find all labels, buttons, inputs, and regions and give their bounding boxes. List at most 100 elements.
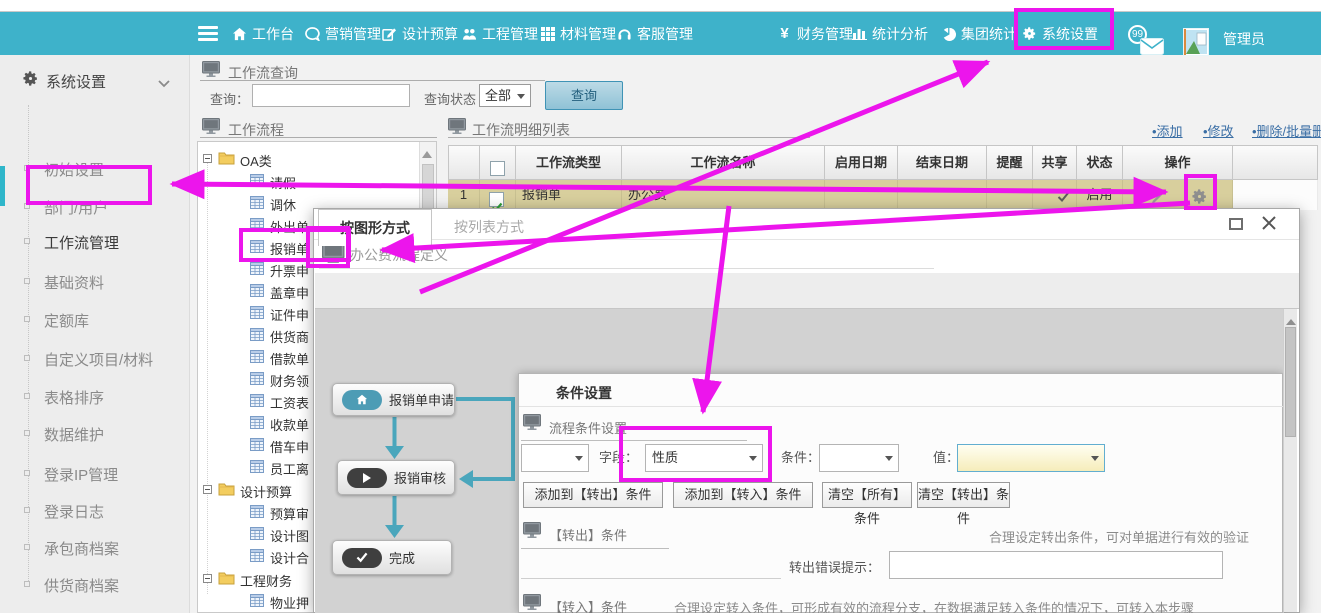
table-icon (250, 328, 264, 344)
query-button[interactable]: 查询 (545, 81, 623, 110)
condition-button-0[interactable]: 添加到【转出】条件 (523, 482, 663, 508)
tree-node-icon (24, 355, 30, 361)
sidebar-item-工作流管理[interactable]: 工作流管理 (0, 230, 190, 254)
cell-workflow-name: 办公费 (622, 180, 825, 210)
table-row[interactable]: 1报销单办公费启用 (448, 180, 1318, 210)
nav-item-工程管理[interactable]: 工程管理 (462, 12, 538, 55)
navbar: 工作台营销管理设计预算工程管理 材料管理客服管理 ¥财务管理统计分析集团统计系统设置… (0, 12, 1321, 55)
nav-item-label: 财务管理 (797, 24, 853, 44)
gear-icon (1022, 26, 1037, 41)
sidebar-item-部门/用户[interactable]: 部门/用户 (0, 195, 190, 219)
tab-list-mode[interactable]: 按列表方式 (432, 209, 546, 245)
column-select-all[interactable] (480, 145, 516, 180)
table-icon (250, 416, 264, 432)
grid-icon (540, 26, 555, 41)
column-blank (448, 145, 480, 180)
condition-button-3[interactable]: 清空【转出】条件 (917, 482, 1010, 508)
nav-item-设计预算[interactable]: 设计预算 (382, 12, 458, 55)
sidebar-item-供货商档案[interactable]: 供货商档案 (0, 573, 190, 597)
row-gear-icon[interactable] (1191, 193, 1208, 208)
username[interactable]: 管理员 (1223, 12, 1265, 67)
nav-item-统计分析[interactable]: 统计分析 (852, 12, 928, 55)
sidebar-item-登录IP管理[interactable]: 登录IP管理 (0, 462, 190, 486)
check-icon (1057, 191, 1070, 206)
sidebar-item-定额库[interactable]: 定额库 (0, 308, 190, 332)
condition-button-2[interactable]: 清空【所有】条件 (822, 482, 912, 508)
folder-icon (218, 482, 235, 499)
tree-node-icon (24, 581, 30, 587)
sidebar-item-label: 登录日志 (44, 501, 104, 522)
collapse-icon[interactable] (203, 154, 212, 163)
error-tip-input[interactable] (889, 551, 1223, 579)
sidebar-item-表格排序[interactable]: 表格排序 (0, 385, 190, 409)
flow-definition-title: 办公费流程定义 (350, 245, 448, 265)
modal-scrollbar[interactable] (1283, 309, 1297, 612)
row-number: 1 (448, 180, 480, 210)
condition-select[interactable] (819, 444, 899, 472)
maximize-icon[interactable] (1229, 218, 1243, 230)
flow-condition-title: 流程条件设置 (549, 418, 627, 437)
dropdown-arrow-icon (1091, 456, 1099, 465)
nav-item-材料管理[interactable]: 材料管理 (540, 12, 616, 55)
collapse-icon[interactable] (203, 485, 212, 494)
sidebar-item-label: 表格排序 (44, 387, 104, 408)
tab-graphic-mode[interactable]: 按图形方式 (318, 209, 432, 246)
flow-node-完成[interactable]: 完成 (332, 540, 452, 575)
tree-item-label: 工资表 (270, 393, 309, 412)
checkbox-checked[interactable] (489, 192, 504, 207)
menu-icon[interactable] (198, 26, 218, 41)
nav-item-集团统计[interactable]: 集团统计 (941, 12, 1017, 55)
sidebar-item-label: 自定义项目/材料 (44, 349, 153, 370)
collapse-icon[interactable] (203, 574, 212, 583)
sidebar-title: 系统设置 (46, 71, 106, 92)
avatar[interactable] (1183, 28, 1209, 56)
field-select[interactable]: 性质 (645, 444, 763, 472)
nav-item-营销管理[interactable]: 营销管理 (305, 12, 381, 55)
envelope-icon[interactable] (1140, 38, 1164, 60)
nav-item-客服管理[interactable]: 客服管理 (617, 12, 693, 55)
scroll-up-icon[interactable] (1286, 314, 1296, 325)
close-icon[interactable] (1261, 215, 1277, 231)
delete-link[interactable]: •删除/批量删除 (1252, 121, 1321, 140)
logic-select[interactable] (521, 444, 589, 472)
query-input[interactable] (252, 84, 410, 107)
nav-item-label: 材料管理 (560, 24, 616, 44)
tree-node-icon (24, 316, 30, 322)
add-link[interactable]: •添加 (1152, 121, 1183, 140)
node-label: 报销单申请 (389, 390, 454, 409)
condition-settings-panel: 条件设置 流程条件设置 字段： 性质 条件： 值： 添加到【转出】条件添加到【转… (518, 373, 1283, 613)
tree-node-icon (24, 507, 30, 513)
edit-link[interactable]: •修改 (1203, 121, 1234, 140)
query-status-label: 查询状态 (424, 89, 476, 108)
nav-item-工作台[interactable]: 工作台 (232, 12, 294, 55)
sidebar-item-label: 承包商档案 (44, 538, 119, 559)
nav-item-财务管理[interactable]: ¥财务管理 (777, 12, 853, 55)
sidebar-item-登录日志[interactable]: 登录日志 (0, 499, 190, 523)
tree-item-label: 借车申 (270, 437, 309, 456)
field-label: 字段： (599, 444, 638, 472)
sidebar-item-数据维护[interactable]: 数据维护 (0, 422, 190, 446)
select-all-checkbox[interactable] (490, 161, 505, 176)
sidebar-item-基础资料[interactable]: 基础资料 (0, 270, 190, 294)
column-启用日期: 启用日期 (825, 145, 898, 180)
flow-node-报销审核[interactable]: 报销审核 (337, 460, 455, 495)
value-combo[interactable] (957, 444, 1105, 472)
in-condition-hint: 合理设定转入条件，可形成有效的流程分支，在数据满足转入条件的情况下，可转入本步骤 (674, 598, 1194, 613)
cell-share (1033, 180, 1077, 210)
flow-node-报销单申请[interactable]: 报销单申请 (332, 383, 455, 416)
sidebar-item-初始设置[interactable]: 初始设置 (0, 157, 190, 181)
monitor-icon (202, 118, 220, 139)
sidebar-item-承包商档案[interactable]: 承包商档案 (0, 536, 190, 560)
pencil-icon[interactable] (1150, 193, 1163, 208)
cell-actions[interactable] (1123, 180, 1233, 210)
status-select[interactable]: 全部 (479, 84, 531, 107)
tree-folder-label: OA类 (240, 151, 272, 170)
nav-item-系统设置[interactable]: 系统设置 (1022, 12, 1098, 55)
sidebar-header[interactable]: 系统设置 (0, 62, 190, 98)
sidebar-item-自定义项目/材料[interactable]: 自定义项目/材料 (0, 347, 190, 371)
browser-top-strip (0, 0, 1321, 12)
scroll-thumb[interactable] (1285, 327, 1296, 437)
condition-button-1[interactable]: 添加到【转入】条件 (673, 482, 813, 508)
scroll-up-icon[interactable] (422, 146, 432, 158)
row-checkbox[interactable] (480, 180, 516, 210)
